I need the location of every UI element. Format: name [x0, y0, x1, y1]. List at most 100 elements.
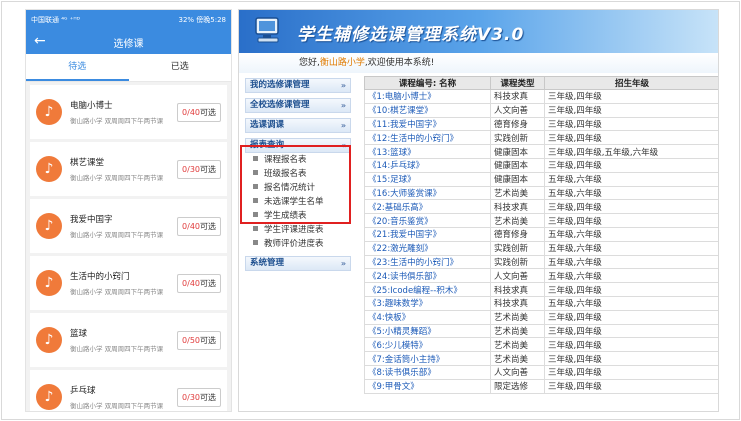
chevron-down-icon: »	[340, 259, 346, 268]
bullet-icon	[253, 240, 258, 245]
course-link[interactable]: 《6:少儿模特》	[364, 337, 491, 353]
course-desc: 衡山路小学 双周周四下午两节课	[70, 174, 164, 182]
music-note-icon: ♪	[36, 384, 62, 410]
course-link[interactable]: 《15:足球》	[364, 171, 491, 187]
menu-label: 全校选修课管理	[250, 100, 310, 110]
column-header: 招生年级	[544, 76, 718, 90]
select-button[interactable]: 0/40可选	[177, 102, 221, 122]
table-row: 《14:乒乓球》 健康固本 三年级,四年级	[364, 157, 718, 173]
tab-selected[interactable]: 已选	[129, 54, 232, 81]
course-grades: 三年级,四年级	[544, 213, 718, 228]
course-type: 人文向善	[490, 102, 545, 118]
chevron-down-icon: »	[340, 121, 346, 130]
back-arrow-icon[interactable]: ←	[34, 33, 46, 49]
course-link[interactable]: 《14:乒乓球》	[364, 157, 491, 173]
menu-system-admin[interactable]: 系统管理 »	[245, 256, 351, 271]
table-row: 《11:我爱中国字》 德育修身 三年级,四年级	[364, 116, 718, 132]
course-type: 科技求真	[490, 199, 545, 215]
course-grades: 五年级,六年级	[544, 295, 718, 311]
course-grades: 三年级,四年级	[544, 309, 718, 325]
course-name: 篮球	[70, 329, 88, 339]
menu-school-courses[interactable]: 全校选修课管理 »	[245, 98, 351, 113]
course-type: 艺术尚美	[490, 185, 545, 201]
quota: 0/50	[182, 335, 200, 345]
course-type: 限定选修	[490, 378, 545, 394]
select-button[interactable]: 0/30可选	[177, 387, 221, 407]
course-table: 课程编号: 名称 课程类型 招生年级 《1:电脑小博士》 科技求真 三年级,四年级《…	[364, 76, 718, 394]
course-link[interactable]: 《25:Icode编程--积木》	[364, 282, 491, 297]
course-type: 健康固本	[490, 157, 545, 173]
course-grades: 三年级,四年级	[544, 282, 718, 297]
list-item[interactable]: ♪ 电脑小博士 衡山路小学 双周周四下午两节课 0/40可选	[30, 85, 227, 139]
course-link[interactable]: 《3:趣味数学》	[364, 295, 491, 311]
column-header: 课程类型	[490, 76, 545, 90]
menu-my-courses[interactable]: 我的选修课管理 »	[245, 78, 351, 93]
list-item[interactable]: ♪ 篮球 衡山路小学 双周周四下午两节课 0/50可选	[30, 313, 227, 367]
course-link[interactable]: 《4:快板》	[364, 309, 491, 325]
course-table-panel: 课程编号: 名称 课程类型 招生年级 《1:电脑小博士》 科技求真 三年级,四年级《…	[364, 76, 718, 411]
course-link[interactable]: 《2:基础乐高》	[364, 199, 491, 215]
quota: 0/40	[182, 221, 200, 231]
course-link[interactable]: 《7:金话筒小主持》	[364, 351, 491, 366]
music-note-icon: ♪	[36, 270, 62, 296]
course-link[interactable]: 《24:读书俱乐部》	[364, 268, 491, 284]
table-row: 《5:小精灵舞蹈》 艺术尚美 三年级,四年级	[364, 323, 718, 339]
course-link[interactable]: 《22:激光雕刻》	[364, 240, 491, 256]
menu-course-selection[interactable]: 选课调课 »	[245, 118, 351, 133]
column-header: 课程编号: 名称	[364, 76, 491, 90]
course-link[interactable]: 《1:电脑小博士》	[364, 89, 491, 104]
table-row: 《9:甲骨文》 限定选修 三年级,四年级	[364, 378, 718, 394]
course-link[interactable]: 《21:我爱中国字》	[364, 226, 491, 242]
course-link[interactable]: 《16:大师鉴赏课》	[364, 185, 491, 201]
select-button[interactable]: 0/30可选	[177, 159, 221, 179]
course-type: 艺术尚美	[490, 213, 545, 228]
list-item[interactable]: ♪ 我爱中国字 衡山路小学 双周周四下午两节课 0/40可选	[30, 199, 227, 253]
course-name: 乒乓球	[70, 386, 96, 396]
mobile-app: 中国联通 ⁴ᴳ ⁺ᴴᴰ 32% 傍晚5:28 ← 选修课 待选 已选 ♪ 电脑小…	[25, 9, 232, 412]
course-link[interactable]: 《5:小精灵舞蹈》	[364, 323, 491, 339]
greet-suffix: ,欢迎使用本系统!	[364, 58, 435, 68]
course-type: 健康固本	[490, 144, 545, 159]
course-link[interactable]: 《10:棋艺课堂》	[364, 102, 491, 118]
tab-pending[interactable]: 待选	[26, 54, 129, 81]
music-note-icon: ♪	[36, 99, 62, 125]
course-grades: 五年级,六年级	[544, 254, 718, 270]
course-type: 实践创新	[490, 254, 545, 270]
select-button[interactable]: 0/40可选	[177, 216, 221, 236]
course-grades: 五年级,六年级	[544, 185, 718, 201]
course-grades: 五年级,六年级	[544, 171, 718, 187]
table-row: 《3:趣味数学》 科技求真 五年级,六年级	[364, 295, 718, 311]
course-type: 德育修身	[490, 116, 545, 132]
bullet-icon	[253, 226, 258, 231]
list-item[interactable]: ♪ 乒乓球衡山路小学 双周周四下午两节课 0/30可选	[30, 370, 227, 411]
course-link[interactable]: 《9:甲骨文》	[364, 378, 491, 394]
course-link[interactable]: 《8:读书俱乐部》	[364, 364, 491, 380]
select-button[interactable]: 0/40可选	[177, 273, 221, 293]
select-button[interactable]: 0/50可选	[177, 330, 221, 350]
sidebar-item-student-eval-progress[interactable]: 学生评课进度表	[245, 223, 351, 237]
table-row: 《10:棋艺课堂》 人文向善 三年级,四年级	[364, 102, 718, 118]
course-type: 德育修身	[490, 226, 545, 242]
course-link[interactable]: 《12:生活中的小窍门》	[364, 130, 491, 146]
course-link[interactable]: 《20:音乐鉴赏》	[364, 213, 491, 228]
list-item[interactable]: ♪ 生活中的小窍门 衡山路小学 双周周四下午两节课 0/40可选	[30, 256, 227, 310]
greet-prefix: 您好,	[299, 58, 320, 68]
sidebar-item-teacher-eval-progress[interactable]: 教师评价进度表	[245, 237, 351, 251]
list-item[interactable]: ♪ 棋艺课堂 衡山路小学 双周周四下午两节课 0/30可选	[30, 142, 227, 196]
course-type: 科技求真	[490, 282, 545, 297]
course-link[interactable]: 《23:生活中的小窍门》	[364, 254, 491, 270]
page-title: 选修课	[113, 38, 144, 50]
table-row: 《8:读书俱乐部》 人文向善 三年级,四年级	[364, 364, 718, 380]
course-link[interactable]: 《11:我爱中国字》	[364, 116, 491, 132]
select-label: 可选	[200, 164, 216, 174]
table-row: 《7:金话筒小主持》 艺术尚美 三年级,四年级	[364, 351, 718, 366]
course-grades: 三年级,四年级	[544, 199, 718, 215]
chevron-down-icon: »	[340, 101, 346, 110]
course-desc: 衡山路小学 双周周四下午两节课	[70, 231, 164, 239]
table-row: 《12:生活中的小窍门》 实践创新 三年级,四年级	[364, 130, 718, 146]
course-type: 实践创新	[490, 240, 545, 256]
course-type: 实践创新	[490, 130, 545, 146]
course-link[interactable]: 《13:篮球》	[364, 144, 491, 159]
course-desc: 衡山路小学 双周周四下午两节课	[70, 402, 164, 410]
course-grades: 五年级,六年级	[544, 226, 718, 242]
